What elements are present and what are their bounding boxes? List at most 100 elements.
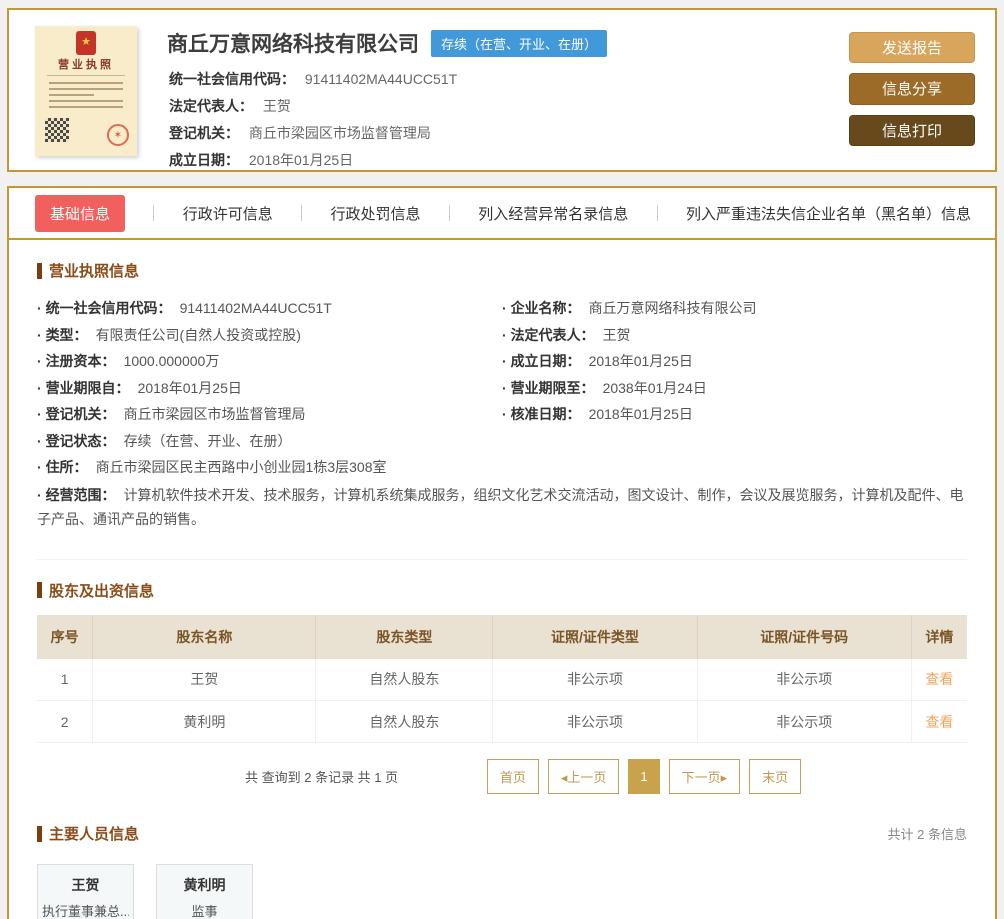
company-summary: 商丘万意网络科技有限公司 存续（在营、开业、在册） 统一社会信用代码： 9141… bbox=[167, 26, 849, 168]
section-title: 主要人员信息 bbox=[49, 826, 140, 843]
business-license-image[interactable]: ★ 营业执照 ✶ bbox=[35, 26, 137, 156]
company-header-card: ★ 营业执照 ✶ 商丘万意网络科技有限公司 存续（在营、开业、在册） 统一社会信… bbox=[7, 8, 997, 172]
field-value: 商丘市梁园区市场监督管理局 bbox=[123, 406, 306, 422]
person-name: 黄利明 bbox=[183, 877, 226, 893]
field-label: 法定代表人： bbox=[502, 327, 595, 343]
print-info-button[interactable]: 信息打印 bbox=[849, 114, 975, 146]
column-header: 序号 bbox=[37, 614, 94, 659]
table-row: 1 王贺 自然人股东 非公示项 非公示项 查看 bbox=[37, 658, 967, 701]
field-value: 2018年01月25日 bbox=[248, 152, 354, 168]
share-info-button[interactable]: 信息分享 bbox=[849, 73, 975, 105]
cell-seq: 1 bbox=[37, 658, 94, 701]
field-value: 91411402MA44UCC51T bbox=[304, 71, 458, 87]
view-detail-link[interactable]: 查看 bbox=[925, 671, 953, 687]
field-value: 计算机软件技术开发、技术服务，计算机系统集成服务，组织文化艺术交流活动，图文设计… bbox=[37, 486, 964, 527]
red-seal-icon: ✶ bbox=[107, 124, 129, 146]
field-label: 成立日期： bbox=[169, 152, 239, 168]
field-value: 1000.000000万 bbox=[123, 353, 220, 369]
shareholders-section: 股东及出资信息 序号 股东名称 股东类型 证照/证件类型 证照/证件号码 详情 … bbox=[37, 558, 967, 800]
cell-cert-type: 非公示项 bbox=[492, 700, 698, 743]
field-value: 王贺 bbox=[602, 326, 631, 343]
license-image-title: 营业执照 bbox=[58, 59, 114, 71]
section-bar-icon bbox=[37, 582, 42, 598]
field-value: 2018年01月25日 bbox=[588, 406, 693, 422]
next-page-button[interactable]: 下一页▸ bbox=[668, 758, 741, 794]
business-scope-row: 经营范围：计算机软件技术开发、技术服务，计算机系统集成服务，组织文化艺术交流活动… bbox=[37, 481, 967, 533]
person-card[interactable]: 王贺 执行董事兼总... bbox=[37, 864, 134, 919]
field-value: 商丘市梁园区民主西路中小创业园1栋3层308室 bbox=[95, 459, 387, 475]
page-title: 商丘万意网络科技有限公司 bbox=[167, 33, 419, 56]
tab-bar: 基础信息 行政许可信息 行政处罚信息 列入经营异常名录信息 列入严重违法失信企业… bbox=[9, 188, 995, 240]
personnel-count-text: 共计 2 条信息 bbox=[887, 827, 967, 842]
cell-cert-no: 非公示项 bbox=[697, 658, 912, 701]
table-header-row: 序号 股东名称 股东类型 证照/证件类型 证照/证件号码 详情 bbox=[37, 614, 967, 659]
field-value: 商丘市梁园区市场监督管理局 bbox=[248, 125, 431, 141]
tab-divider bbox=[656, 205, 658, 221]
field-label: 登记机关： bbox=[37, 406, 116, 422]
field-label: 类型： bbox=[37, 327, 88, 343]
cell-cert-no: 非公示项 bbox=[697, 700, 912, 743]
tab-admin-license[interactable]: 行政许可信息 bbox=[183, 203, 273, 224]
field-value: 2038年01月24日 bbox=[602, 379, 707, 396]
tab-admin-penalty[interactable]: 行政处罚信息 bbox=[330, 203, 420, 224]
qr-code-icon bbox=[45, 118, 69, 142]
tab-divider bbox=[301, 205, 303, 221]
field-label: 登记机关： bbox=[169, 125, 239, 141]
first-page-button[interactable]: 首页 bbox=[486, 758, 539, 794]
column-header: 证照/证件类型 bbox=[492, 614, 698, 659]
column-header: 证照/证件号码 bbox=[697, 614, 912, 659]
cell-shareholder-type: 自然人股东 bbox=[315, 658, 494, 701]
table-row: 2 黄利明 自然人股东 非公示项 非公示项 查看 bbox=[37, 700, 967, 743]
cell-cert-type: 非公示项 bbox=[492, 658, 698, 701]
field-label: 统一社会信用代码： bbox=[169, 71, 295, 87]
prev-page-button[interactable]: ◂上一页 bbox=[547, 758, 620, 794]
tab-abnormal-operation[interactable]: 列入经营异常名录信息 bbox=[478, 203, 628, 224]
shareholders-table: 序号 股东名称 股东类型 证照/证件类型 证照/证件号码 详情 1 王贺 自然人… bbox=[37, 614, 967, 743]
person-card[interactable]: 黄利明 监事 bbox=[156, 864, 253, 919]
main-content-card: 基础信息 行政许可信息 行政处罚信息 列入经营异常名录信息 列入严重违法失信企业… bbox=[7, 186, 997, 919]
pagination-row: 共 查询到 2 条记录 共 1 页 首页 ◂上一页 1 下一页▸ 末页 bbox=[37, 753, 967, 799]
field-label: 住所： bbox=[37, 459, 88, 475]
section-title: 营业执照信息 bbox=[49, 263, 140, 280]
view-detail-link[interactable]: 查看 bbox=[925, 714, 953, 730]
field-value: 2018年01月25日 bbox=[588, 353, 693, 369]
field-value: 91411402MA44UCC51T bbox=[179, 300, 332, 316]
tab-blacklist[interactable]: 列入严重违法失信企业名单（黑名单）信息 bbox=[686, 203, 971, 224]
section-title: 股东及出资信息 bbox=[49, 582, 155, 600]
tab-divider bbox=[448, 205, 450, 221]
field-label: 经营范围： bbox=[37, 487, 116, 503]
key-personnel-section: 主要人员信息 共计 2 条信息 王贺 执行董事兼总... 黄利明 监事 bbox=[37, 823, 967, 919]
cell-seq: 2 bbox=[37, 700, 94, 743]
section-bar-icon bbox=[37, 262, 42, 279]
field-value: 有限责任公司(自然人投资或控股) bbox=[95, 326, 301, 343]
tab-basic-info[interactable]: 基础信息 bbox=[35, 194, 126, 232]
field-value: 王贺 bbox=[262, 98, 291, 114]
field-label: 法定代表人： bbox=[169, 98, 253, 114]
field-value: 2018年01月25日 bbox=[137, 379, 242, 396]
license-info-section: 营业执照信息 统一社会信用代码： 91411402MA44UCC51T 类型： 有限… bbox=[37, 260, 967, 533]
cell-shareholder-type: 自然人股东 bbox=[315, 700, 494, 743]
last-page-button[interactable]: 末页 bbox=[749, 758, 802, 794]
field-label: 核准日期： bbox=[502, 406, 581, 422]
person-role: 执行董事兼总... bbox=[42, 904, 129, 919]
field-value: 存续（在营、开业、在册） bbox=[123, 432, 292, 449]
cell-shareholder-name: 王贺 bbox=[92, 658, 317, 701]
record-count-text: 共 查询到 2 条记录 共 1 页 bbox=[245, 769, 399, 785]
send-report-button[interactable]: 发送报告 bbox=[849, 32, 975, 64]
section-bar-icon bbox=[37, 825, 42, 842]
national-emblem-icon: ★ bbox=[76, 31, 96, 55]
column-header: 股东名称 bbox=[92, 614, 317, 659]
tab-divider bbox=[153, 205, 155, 221]
field-value: 商丘万意网络科技有限公司 bbox=[588, 300, 757, 316]
pagination: 首页 ◂上一页 1 下一页▸ 末页 bbox=[486, 758, 802, 794]
field-label: 成立日期： bbox=[502, 353, 581, 369]
person-role: 监事 bbox=[191, 904, 218, 919]
field-label: 企业名称： bbox=[502, 300, 581, 316]
page-number-button[interactable]: 1 bbox=[628, 758, 660, 794]
field-label: 注册资本： bbox=[37, 353, 116, 369]
field-label: 登记状态： bbox=[37, 433, 116, 449]
person-name: 王贺 bbox=[71, 877, 100, 893]
field-label: 营业期限自： bbox=[37, 380, 130, 396]
column-header: 股东类型 bbox=[315, 614, 494, 659]
cell-shareholder-name: 黄利明 bbox=[92, 700, 317, 743]
